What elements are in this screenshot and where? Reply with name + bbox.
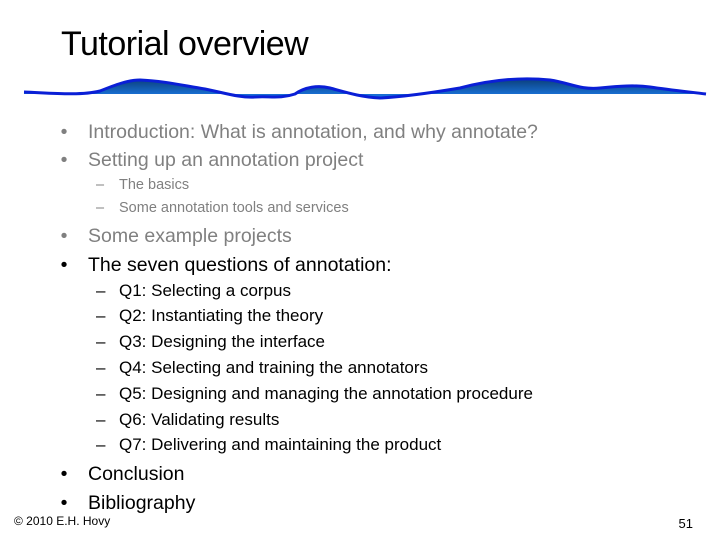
outline-item-introduction: • Introduction: What is annotation, and … xyxy=(0,120,720,144)
outline-subitem-label: Q1: Selecting a corpus xyxy=(119,281,291,300)
outline-item-label: Conclusion xyxy=(88,463,185,485)
outline-subitem-label: Q7: Delivering and maintaining the produ… xyxy=(119,435,442,454)
bullet-icon: • xyxy=(60,225,68,247)
bullet-icon: • xyxy=(60,149,68,171)
outline-item-label: Introduction: What is annotation, and wh… xyxy=(88,121,538,143)
dash-icon: – xyxy=(96,410,106,429)
outline-subitem-q4: – Q4: Selecting and training the annotat… xyxy=(0,357,720,379)
bullet-icon: • xyxy=(60,254,68,276)
dash-icon: – xyxy=(96,435,106,454)
outline-subitem-label: Some annotation tools and services xyxy=(119,200,349,216)
outline-subitem-q7: – Q7: Delivering and maintaining the pro… xyxy=(0,434,720,456)
dash-icon: – xyxy=(96,177,105,193)
outline-item-label: Bibliography xyxy=(88,492,196,514)
outline-subitem-label: Q2: Instantiating the theory xyxy=(119,306,324,325)
outline-subitem-q1: – Q1: Selecting a corpus xyxy=(0,280,720,302)
outline-subitem-label: Q6: Validating results xyxy=(119,410,280,429)
outline-item-example-projects: • Some example projects xyxy=(0,224,720,248)
dash-icon: – xyxy=(96,306,106,325)
dash-icon: – xyxy=(96,358,106,377)
outline-item-conclusion: • Conclusion xyxy=(0,462,720,486)
dash-icon: – xyxy=(96,281,106,300)
outline-subitem-label: Q3: Designing the interface xyxy=(119,332,326,351)
page-number: 51 xyxy=(678,516,693,531)
outline-item-label: Setting up an annotation project xyxy=(88,149,364,171)
dash-icon: – xyxy=(96,332,106,351)
outline-subitem-q5: – Q5: Designing and managing the annotat… xyxy=(0,383,720,405)
outline-subitem-q3: – Q3: Designing the interface xyxy=(0,331,720,353)
bullet-icon: • xyxy=(60,463,68,485)
bullet-icon: • xyxy=(60,492,68,514)
outline-item-bibliography: • Bibliography xyxy=(0,491,720,515)
outline-item-setting-up: • Setting up an annotation project xyxy=(0,148,720,172)
copyright-footer: © 2010 E.H. Hovy xyxy=(14,514,111,528)
dash-icon: – xyxy=(96,200,105,216)
outline-subitem-tools: – Some annotation tools and services xyxy=(0,199,720,217)
outline-item-label: The seven questions of annotation: xyxy=(88,254,392,276)
outline-item-label: Some example projects xyxy=(88,225,292,247)
outline-subitem-q2: – Q2: Instantiating the theory xyxy=(0,305,720,327)
outline: • Introduction: What is annotation, and … xyxy=(0,0,720,540)
dash-icon: – xyxy=(96,384,106,403)
bullet-icon: • xyxy=(60,121,68,143)
outline-item-seven-questions: • The seven questions of annotation: xyxy=(0,253,720,277)
outline-subitem-basics: – The basics xyxy=(0,176,720,194)
outline-subitem-label: Q5: Designing and managing the annotatio… xyxy=(119,384,533,403)
outline-subitem-q6: – Q6: Validating results xyxy=(0,409,720,431)
outline-subitem-label: Q4: Selecting and training the annotator… xyxy=(119,358,429,377)
outline-subitem-label: The basics xyxy=(119,177,190,193)
